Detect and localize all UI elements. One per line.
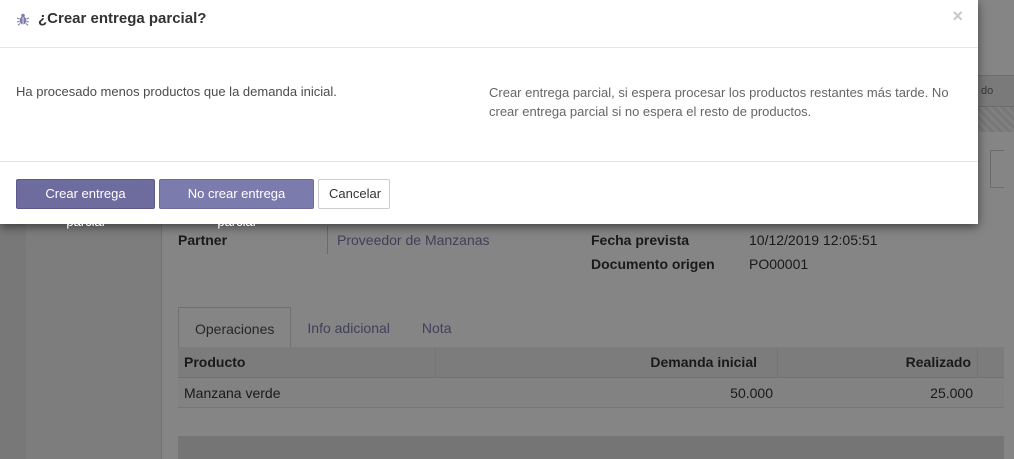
dialog-message: Ha procesado menos productos que la dema… [16, 84, 337, 99]
cancel-button[interactable]: Cancelar [318, 179, 390, 209]
create-partial-button[interactable]: Crear entrega parcial [16, 179, 155, 229]
dialog-footer: Crear entrega parcial No crear entrega p… [0, 162, 978, 229]
no-partial-button[interactable]: No crear entrega parcial [159, 179, 314, 229]
bug-icon [16, 13, 30, 26]
dialog-title: ¿Crear entrega parcial? [38, 10, 207, 27]
dialog-explanation: Crear entrega parcial, si espera procesa… [489, 85, 949, 119]
dialog-header: ¿Crear entrega parcial? × [0, 0, 978, 48]
partial-delivery-dialog: ¿Crear entrega parcial? × Ha procesado m… [0, 0, 978, 229]
dialog-body: Ha procesado menos productos que la dema… [0, 48, 978, 162]
close-icon[interactable]: × [952, 6, 963, 27]
